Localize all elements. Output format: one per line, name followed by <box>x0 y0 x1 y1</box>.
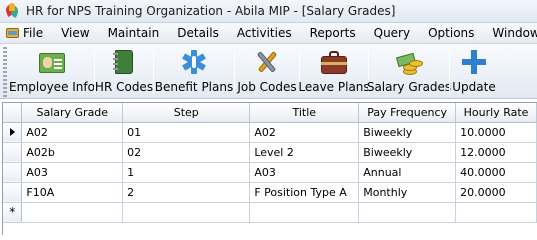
salary-grade-cell[interactable]: A02b <box>21 142 124 163</box>
column-header-title[interactable]: Title <box>249 103 360 123</box>
update-icon <box>458 48 490 76</box>
column-header-pay-frequency[interactable]: Pay Frequency <box>358 103 457 123</box>
app-logo-icon <box>4 3 20 19</box>
update-button[interactable]: Update <box>450 44 498 98</box>
step-cell[interactable]: 1 <box>122 162 251 183</box>
menu-windows[interactable]: Windows <box>483 26 537 40</box>
benefit-plans-button[interactable]: Benefit Plans <box>154 44 234 98</box>
table-row[interactable]: A02b 02 Level 2 Biweekly 12.0000 <box>3 142 537 163</box>
pay-frequency-cell[interactable]: Monthly <box>358 182 457 203</box>
step-cell[interactable]: 2 <box>122 182 251 203</box>
menu-options[interactable]: Options <box>419 26 483 40</box>
title-cell[interactable]: A03 <box>249 162 360 183</box>
pay-frequency-cell[interactable]: Annual <box>358 162 457 183</box>
employee-card-icon <box>36 48 68 76</box>
money-icon <box>393 48 425 76</box>
job-codes-button[interactable]: Job Codes <box>235 44 299 98</box>
window-title: HR for NPS Training Organization - Abila… <box>26 4 396 18</box>
job-codes-label: Job Codes <box>237 80 297 94</box>
title-cell[interactable]: A02 <box>249 122 360 143</box>
tools-icon <box>251 48 283 76</box>
employee-info-button[interactable]: Employee Info <box>9 44 95 98</box>
table-row[interactable]: A03 1 A03 Annual 40.0000 <box>3 162 537 183</box>
table-row[interactable]: F10A 2 F Position Type A Monthly 20.0000 <box>3 182 537 203</box>
salary-grades-table: Salary Grade Step Title Pay Frequency Ho… <box>3 103 537 223</box>
salary-grade-cell[interactable]: F10A <box>21 182 124 203</box>
title-bar: HR for NPS Training Organization - Abila… <box>0 0 537 23</box>
hourly-rate-cell[interactable]: 12.0000 <box>455 142 537 163</box>
menu-maintain[interactable]: Maintain <box>99 26 169 40</box>
menu-view[interactable]: View <box>52 26 98 40</box>
current-row-arrow-icon <box>9 127 15 136</box>
step-cell[interactable]: 01 <box>122 122 251 143</box>
salary-grades-label: Salary Grades <box>366 80 452 94</box>
row-selector[interactable] <box>3 142 23 163</box>
leave-plans-label: Leave Plans <box>298 80 370 94</box>
step-cell[interactable]: 02 <box>122 142 251 163</box>
new-row-marker-icon: * <box>9 204 16 219</box>
title-cell[interactable] <box>249 202 360 223</box>
pay-frequency-cell[interactable]: Biweekly <box>358 142 457 163</box>
menu-reports[interactable]: Reports <box>301 26 365 40</box>
salary-grades-grid: Salary Grade Step Title Pay Frequency Ho… <box>2 102 537 235</box>
table-row[interactable]: A02 01 A02 Biweekly 10.0000 <box>3 122 537 143</box>
hourly-rate-cell[interactable]: 10.0000 <box>455 122 537 143</box>
toolbar: Employee Info HR Codes Benefit Plans Job… <box>0 44 537 99</box>
salary-grades-button[interactable]: Salary Grades <box>366 44 452 98</box>
menu-activities[interactable]: Activities <box>228 26 301 40</box>
salary-grade-cell[interactable]: A03 <box>21 162 124 183</box>
hr-codes-button[interactable]: HR Codes <box>95 44 153 98</box>
select-all-cell[interactable] <box>3 103 23 123</box>
benefit-plans-label: Benefit Plans <box>154 80 234 94</box>
column-header-step[interactable]: Step <box>122 103 251 123</box>
leave-plans-button[interactable]: Leave Plans <box>298 44 370 98</box>
pay-frequency-cell[interactable]: Biweekly <box>358 122 457 143</box>
medical-star-icon <box>178 48 210 76</box>
hourly-rate-cell[interactable]: 40.0000 <box>455 162 537 183</box>
toolbar-grip[interactable] <box>3 47 7 97</box>
title-cell[interactable]: F Position Type A <box>249 182 360 203</box>
new-row[interactable]: * <box>3 202 537 223</box>
column-header-salary-grade[interactable]: Salary Grade <box>21 103 124 123</box>
menu-bar: File View Maintain Details Activities Re… <box>0 23 537 44</box>
salary-grade-cell[interactable] <box>21 202 124 223</box>
update-label: Update <box>452 80 496 94</box>
hourly-rate-cell[interactable] <box>455 202 537 223</box>
row-selector[interactable] <box>3 182 23 203</box>
pay-frequency-cell[interactable] <box>358 202 457 223</box>
hr-codes-label: HR Codes <box>94 80 154 94</box>
employee-info-label: Employee Info <box>9 80 95 94</box>
menu-query[interactable]: Query <box>365 26 419 40</box>
row-selector[interactable] <box>3 122 23 143</box>
menu-file[interactable]: File <box>14 26 52 40</box>
binder-icon <box>108 48 140 76</box>
header-row: Salary Grade Step Title Pay Frequency Ho… <box>3 103 537 123</box>
menu-details[interactable]: Details <box>168 26 228 40</box>
column-header-hourly-rate[interactable]: Hourly Rate <box>455 103 537 123</box>
hourly-rate-cell[interactable]: 20.0000 <box>455 182 537 203</box>
step-cell[interactable] <box>122 202 251 223</box>
title-cell[interactable]: Level 2 <box>249 142 360 163</box>
new-row-selector[interactable]: * <box>3 202 23 223</box>
suitcase-icon <box>318 48 350 76</box>
salary-grade-cell[interactable]: A02 <box>21 122 124 143</box>
row-selector[interactable] <box>3 162 23 183</box>
